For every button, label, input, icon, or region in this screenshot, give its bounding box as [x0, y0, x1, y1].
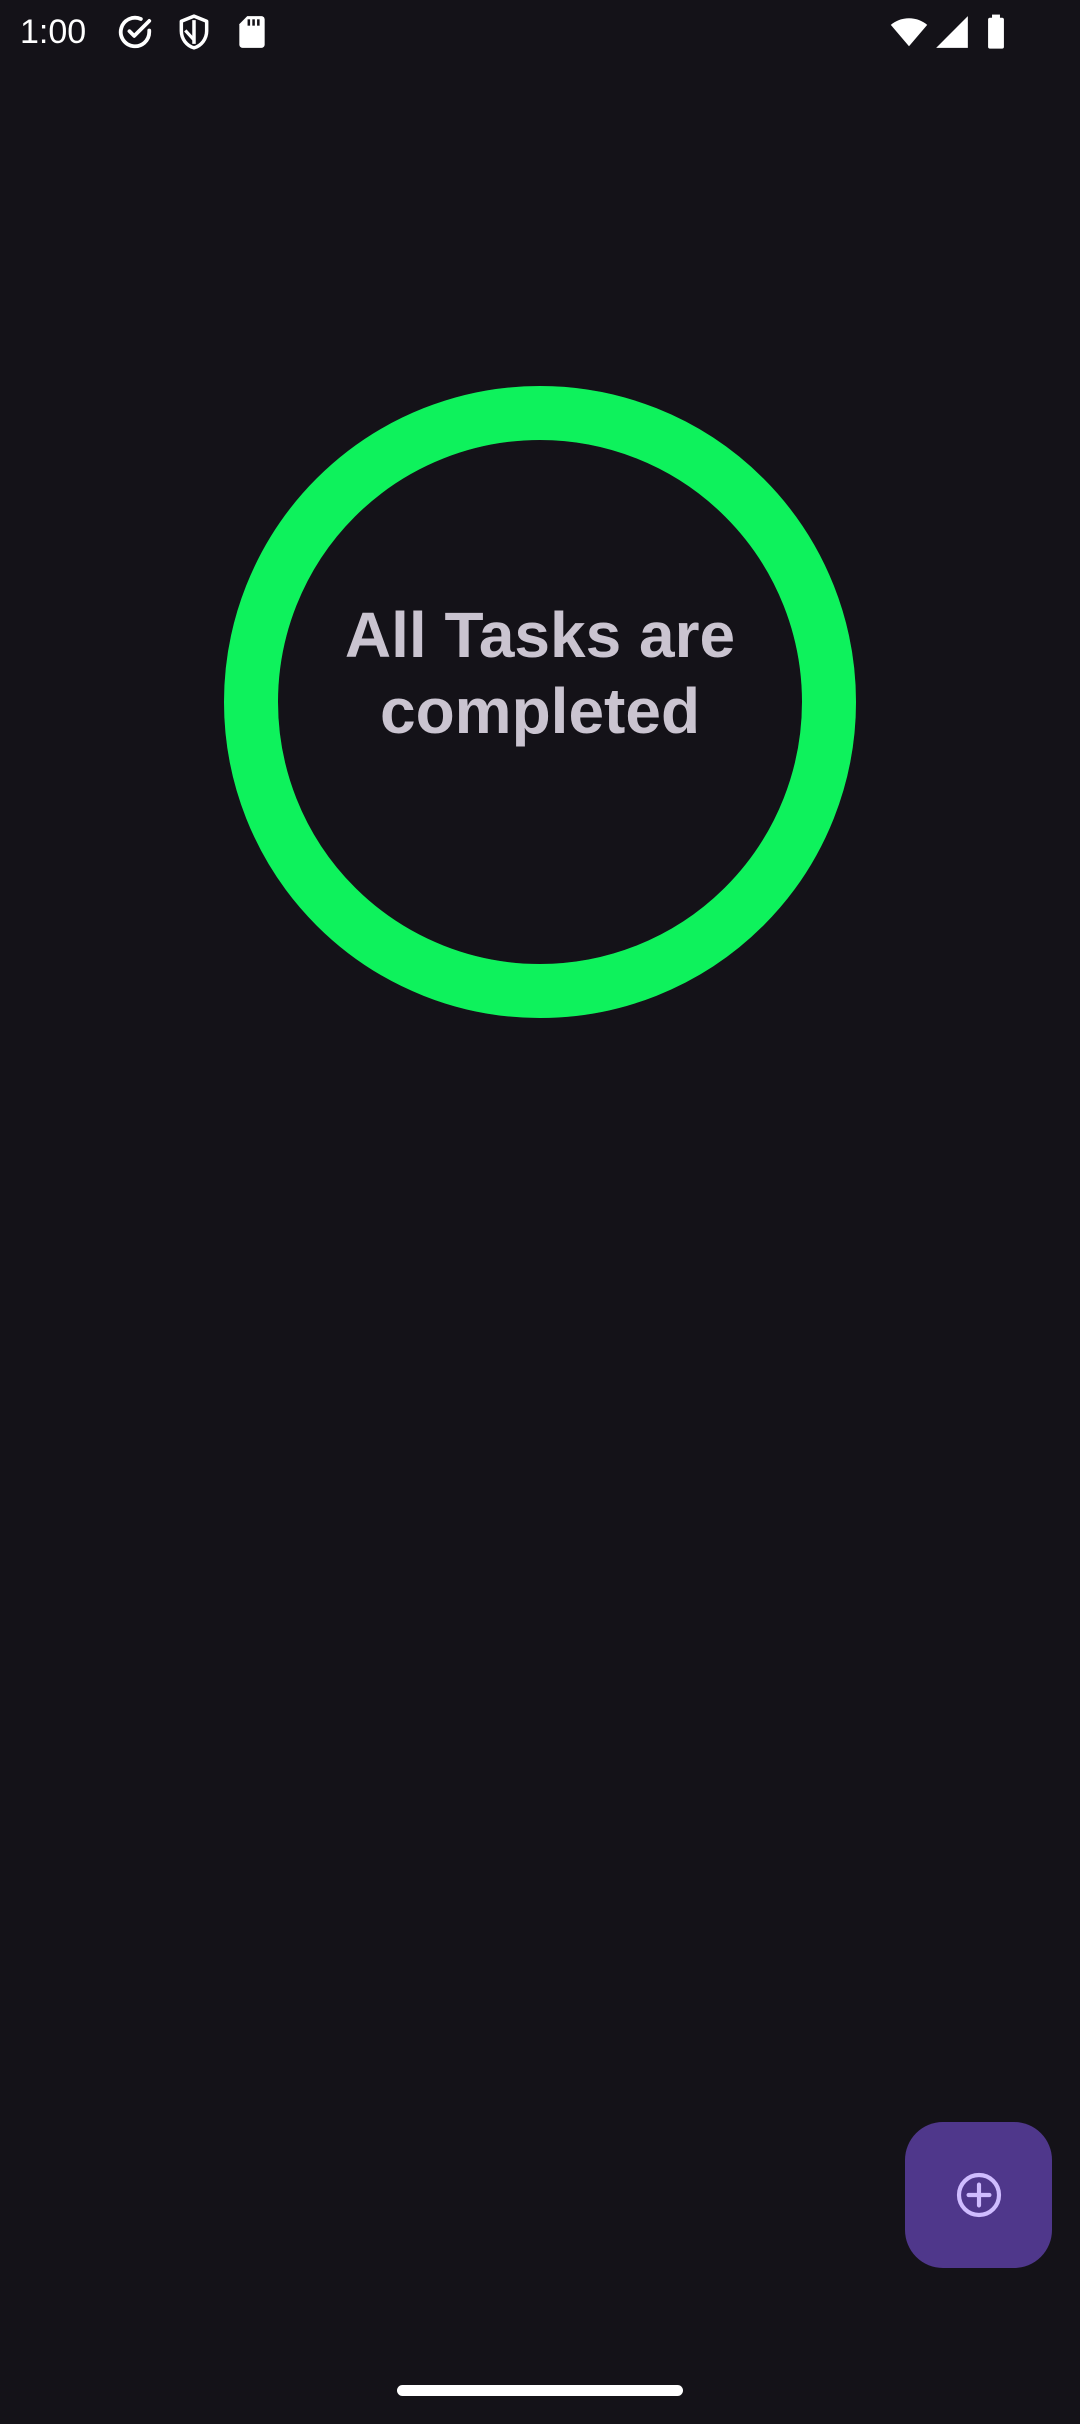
status-bar: 1:00: [0, 0, 1080, 64]
task-progress-ring: All Tasks are completed: [223, 385, 857, 1019]
add-task-button[interactable]: [905, 2122, 1052, 2268]
gesture-navigation-handle[interactable]: [397, 2385, 683, 2396]
add-circle-icon: [956, 2172, 1001, 2218]
status-time: 1:00: [20, 13, 87, 51]
wifi-icon: [890, 13, 928, 51]
completion-status-label: All Tasks are completed: [344, 599, 736, 747]
sd-card-icon: [233, 13, 271, 51]
battery-icon: [977, 13, 1015, 51]
signal-icon: [933, 13, 971, 51]
check-circle-icon: [116, 13, 154, 51]
shield-icon: [175, 13, 213, 51]
